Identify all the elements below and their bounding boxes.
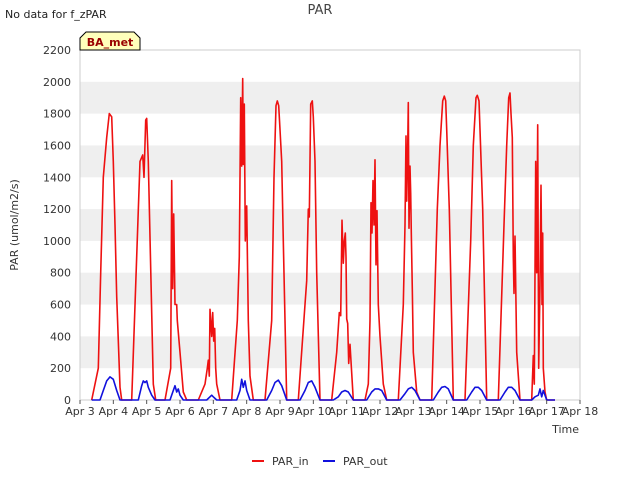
x-tick-label: Apr 11	[328, 405, 365, 418]
grid-band	[80, 336, 580, 369]
x-tick-label: Apr 10	[295, 405, 332, 418]
y-axis-label: PAR (umol/m2/s)	[8, 179, 21, 271]
legend-label-par-in: PAR_in	[272, 455, 309, 468]
x-tick-label: Apr 15	[462, 405, 499, 418]
x-tick-label: Apr 7	[199, 405, 229, 418]
site-badge-label: BA_met	[87, 36, 134, 49]
y-tick-label: 200	[50, 362, 71, 375]
x-tick-label: Apr 4	[99, 405, 129, 418]
par-chart: 0200400600800100012001400160018002000220…	[8, 31, 598, 468]
x-tick-label: Apr 14	[428, 405, 465, 418]
y-tick-label: 1200	[43, 203, 71, 216]
x-tick-label: Apr 12	[362, 405, 399, 418]
x-tick-label: Apr 13	[395, 405, 432, 418]
y-tick-label: 400	[50, 330, 71, 343]
y-tick-label: 1800	[43, 108, 71, 121]
legend: PAR_in PAR_out	[252, 455, 388, 468]
plot-background-bands	[80, 81, 580, 369]
x-tick-label: Apr 9	[265, 405, 295, 418]
site-badge: BA_met	[79, 31, 141, 51]
y-tick-label: 2200	[43, 44, 71, 57]
y-tick-label: 1600	[43, 139, 71, 152]
y-tick-label: 600	[50, 299, 71, 312]
y-tick-label: 1000	[43, 235, 71, 248]
x-tick-label: Apr 8	[232, 405, 262, 418]
x-axis-ticks: Apr 3 Apr 4 Apr 5 Apr 6 Apr 7 Apr 8 Apr 9 Apr 1…	[65, 400, 598, 418]
grid-band	[80, 272, 580, 305]
x-axis-label: Time	[551, 423, 579, 436]
grid-band	[80, 81, 580, 114]
x-tick-label: Apr 18	[562, 405, 599, 418]
x-tick-label: Apr 3	[65, 405, 95, 418]
x-tick-label: Apr 5	[132, 405, 162, 418]
y-axis-ticks: 0200400600800100012001400160018002000220…	[43, 44, 71, 407]
y-tick-label: 1400	[43, 171, 71, 184]
x-tick-label: Apr 6	[165, 405, 195, 418]
legend-label-par-out: PAR_out	[343, 455, 388, 468]
x-tick-label: Apr 16	[495, 405, 532, 418]
y-tick-label: 800	[50, 267, 71, 280]
x-tick-label: Apr 17	[528, 405, 565, 418]
y-tick-label: 2000	[43, 76, 71, 89]
